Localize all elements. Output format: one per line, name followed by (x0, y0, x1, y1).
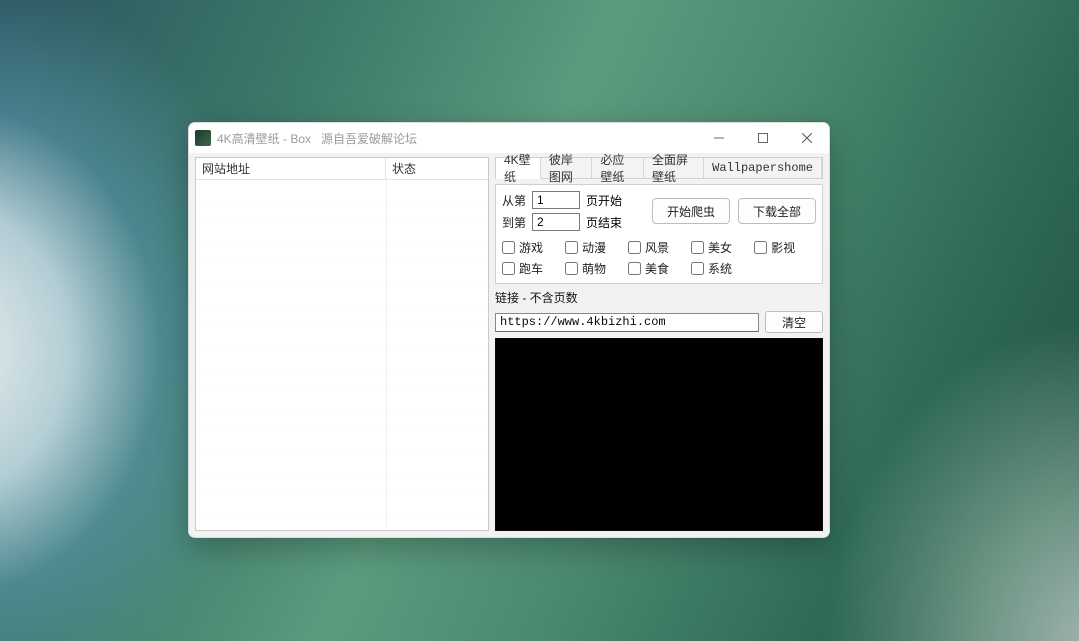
from-page-label: 从第 (502, 192, 526, 209)
clear-button[interactable]: 清空 (765, 311, 823, 333)
category-checkbox-0[interactable]: 游戏 (502, 239, 543, 256)
tab-1[interactable]: 彼岸图网 (541, 158, 593, 178)
minimize-button[interactable] (697, 123, 741, 153)
tab-4[interactable]: Wallpapershome (704, 158, 822, 178)
category-label: 风景 (645, 239, 669, 256)
to-page-input[interactable] (532, 213, 580, 231)
desktop-wallpaper: 4K高清壁纸 - Box 源自吾爱破解论坛 网站地址 状态 (0, 0, 1079, 641)
category-checkbox-input-0[interactable] (502, 241, 515, 254)
category-checkbox-1[interactable]: 动漫 (565, 239, 606, 256)
client-area: 网站地址 状态 4K壁纸彼岸图网必应壁纸全面屏壁纸Wallpapershome … (189, 153, 829, 537)
start-crawl-button[interactable]: 开始爬虫 (652, 198, 730, 224)
tab-0[interactable]: 4K壁纸 (496, 158, 541, 179)
category-label: 萌物 (582, 260, 606, 277)
url-input[interactable] (495, 313, 759, 332)
category-label: 动漫 (582, 239, 606, 256)
category-label: 影视 (771, 239, 795, 256)
tab-3[interactable]: 全面屏壁纸 (644, 158, 704, 178)
category-checkbox-2[interactable]: 风景 (628, 239, 669, 256)
category-checkboxes: 游戏 动漫 风景 美女 影视跑车 萌物 美食 系统 (502, 237, 816, 277)
app-icon (195, 130, 211, 146)
tab-2[interactable]: 必应壁纸 (592, 158, 644, 178)
close-button[interactable] (785, 123, 829, 153)
to-page-label: 到第 (502, 214, 526, 231)
link-section-label: 链接 - 不含页数 (495, 289, 823, 306)
category-checkbox-8[interactable]: 系统 (691, 260, 732, 277)
list-body[interactable] (196, 180, 488, 530)
category-checkbox-input-4[interactable] (754, 241, 767, 254)
category-checkbox-input-5[interactable] (502, 262, 515, 275)
category-checkbox-input-8[interactable] (691, 262, 704, 275)
category-checkbox-input-1[interactable] (565, 241, 578, 254)
from-page-input[interactable] (532, 191, 580, 209)
maximize-button[interactable] (741, 123, 785, 153)
category-checkbox-input-3[interactable] (691, 241, 704, 254)
category-checkbox-input-7[interactable] (628, 262, 641, 275)
col-header-status[interactable]: 状态 (386, 158, 488, 179)
category-label: 跑车 (519, 260, 543, 277)
category-checkbox-6[interactable]: 萌物 (565, 260, 606, 277)
window-title: 4K高清壁纸 - Box 源自吾爱破解论坛 (217, 130, 417, 147)
category-label: 游戏 (519, 239, 543, 256)
app-window: 4K高清壁纸 - Box 源自吾爱破解论坛 网站地址 状态 (188, 122, 830, 538)
category-label: 系统 (708, 260, 732, 277)
title-bar[interactable]: 4K高清壁纸 - Box 源自吾爱破解论坛 (189, 123, 829, 153)
source-tabs: 4K壁纸彼岸图网必应壁纸全面屏壁纸Wallpapershome (495, 157, 823, 179)
category-checkbox-3[interactable]: 美女 (691, 239, 732, 256)
to-page-suffix: 页结束 (586, 214, 622, 231)
category-label: 美女 (708, 239, 732, 256)
crawl-options-panel: 从第 页开始 到第 页结束 开始爬虫 (495, 184, 823, 284)
col-header-address[interactable]: 网站地址 (196, 158, 386, 179)
category-checkbox-input-2[interactable] (628, 241, 641, 254)
from-page-suffix: 页开始 (586, 192, 622, 209)
results-list[interactable]: 网站地址 状态 (195, 157, 489, 531)
right-pane: 4K壁纸彼岸图网必应壁纸全面屏壁纸Wallpapershome 从第 页开始 到… (495, 157, 823, 531)
category-checkbox-4[interactable]: 影视 (754, 239, 795, 256)
category-checkbox-7[interactable]: 美食 (628, 260, 669, 277)
category-checkbox-5[interactable]: 跑车 (502, 260, 543, 277)
category-checkbox-input-6[interactable] (565, 262, 578, 275)
list-header: 网站地址 状态 (196, 158, 488, 180)
log-console[interactable] (495, 338, 823, 531)
category-label: 美食 (645, 260, 669, 277)
download-all-button[interactable]: 下载全部 (738, 198, 816, 224)
